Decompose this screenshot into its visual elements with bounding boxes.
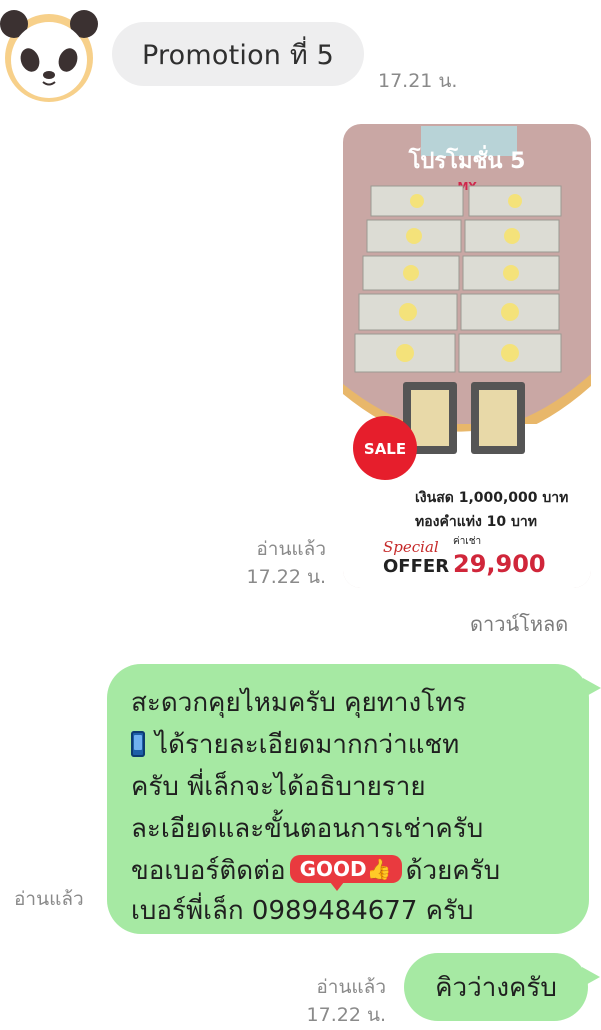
incoming-message-bubble[interactable]: Promotion ที่ 5 [112,22,364,86]
cash-line: เงินสด 1,000,000 บาท [415,490,568,506]
gold-line: ทองคำแท่ง 10 บาท [415,514,537,530]
bubble-tail [583,678,601,698]
promo-price: 29,900 [453,550,546,578]
price-caption: ค่าเช่า [453,536,481,547]
incoming-message-text: Promotion ที่ 5 [141,39,335,71]
bubble-tail [582,967,600,987]
message-line: ครับ พี่เล็กจะได้อธิบายราย [131,772,426,802]
message-line-text: ด้วยครับ [405,856,501,886]
message-line: สะดวกคุยไหมครับ คุยทางโทร [131,688,467,718]
message-timestamp: 17.22 น. [306,1004,386,1026]
outgoing-message-text: คิวว่างครับ [435,972,557,1003]
phone-icon [131,731,145,757]
read-receipt: อ่านแล้ว [14,888,84,910]
promo-heading: โปรโมชั่น 5 [408,144,526,174]
special-label: Special [383,538,439,556]
panda-avatar-icon [0,10,98,102]
outgoing-message-bubble[interactable]: สะดวกคุยไหมครับ คุยทางโทร ได้รายละเอียดม… [107,664,601,934]
message-line-text: ขอเบอร์ติดต่อ [131,856,286,886]
promotion-image[interactable]: โปรโมชั่น 5 MY SALE เงินสด 1,000,000 บาท… [343,124,591,588]
message-line: เบอร์พี่เล็ก 0989484677 ครับ [131,896,474,926]
message-line: ขอเบอร์ติดต่อ GOOD👍 ด้วยครับ [131,850,500,891]
download-link[interactable]: ดาวน์โหลด [470,608,568,640]
outgoing-message-bubble[interactable]: คิวว่างครับ [404,953,600,1021]
message-line: ละเอียดและขั้นตอนการเช่าครับ [131,814,484,844]
offer-label: OFFER [383,556,449,577]
sale-badge-text: SALE [364,440,406,458]
message-line-text: ได้รายละเอียดมากกว่าแชท [155,730,460,760]
read-receipt: อ่านแล้ว [256,538,326,560]
message-line: ได้รายละเอียดมากกว่าแชท [131,724,459,765]
message-timestamp: 17.22 น. [246,566,326,588]
message-timestamp: 17.21 น. [378,70,458,92]
good-sticker: GOOD👍 [289,855,402,891]
panda-avatar[interactable] [0,4,98,104]
read-receipt: อ่านแล้ว [316,976,386,998]
